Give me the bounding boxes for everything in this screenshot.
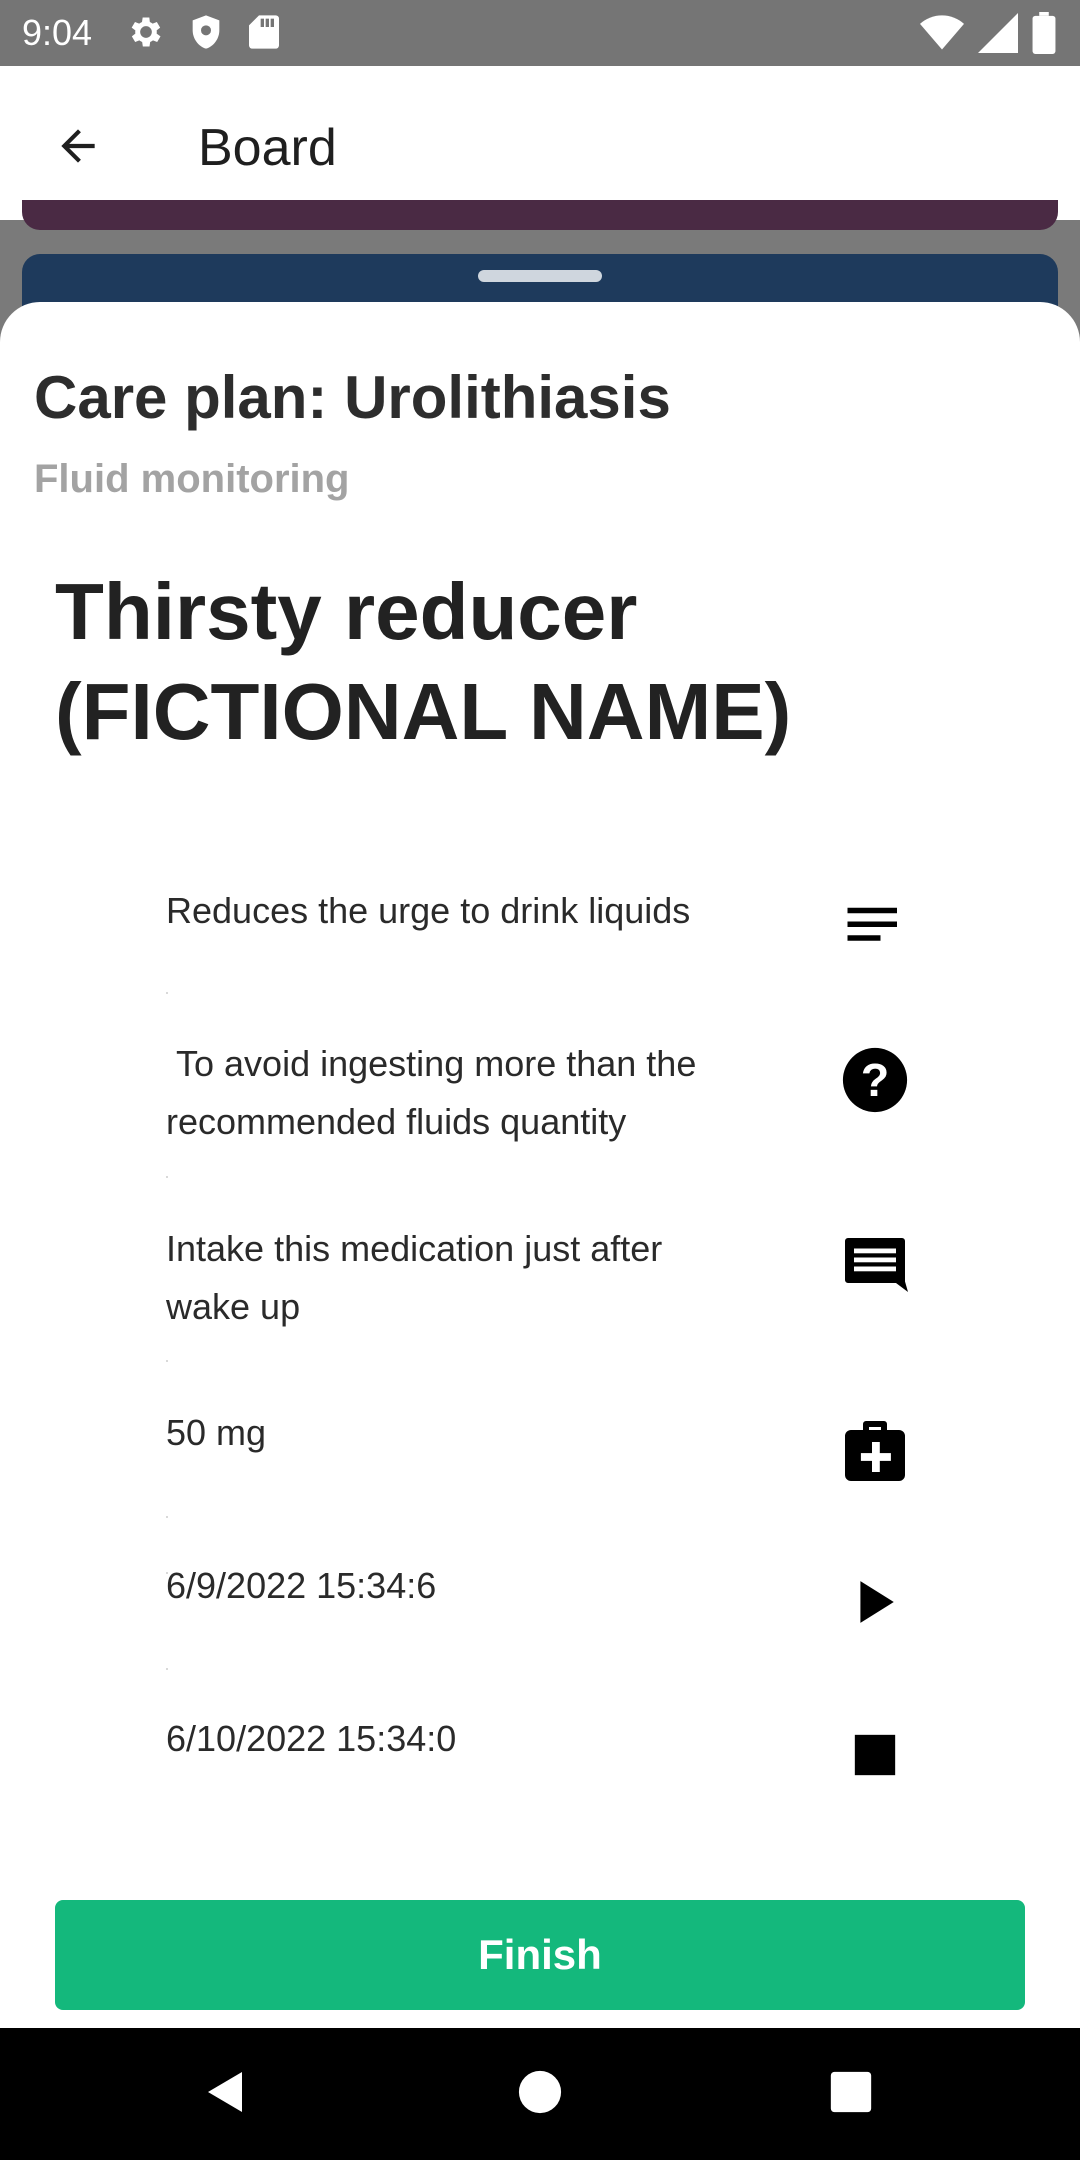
bottom-sheet: Care plan: Urolithiasis Fluid monitoring… <box>0 302 1080 2028</box>
battery-icon <box>1032 12 1056 59</box>
navigation-bar <box>0 2028 1080 2160</box>
shield-icon <box>186 12 226 57</box>
back-button[interactable] <box>36 106 120 190</box>
status-time: 9:04 <box>22 12 93 53</box>
stop-icon <box>838 1718 912 1792</box>
nav-recents-icon <box>829 2070 873 2119</box>
medication-name: Thirsty reducer (FICTIONAL NAME) <box>55 567 792 756</box>
detail-text: 6/9/2022 15:34:6 <box>166 1565 437 1606</box>
nav-back-icon <box>202 2067 250 2122</box>
background-card <box>22 200 1058 230</box>
divider <box>166 1176 168 1178</box>
arrow-back-icon <box>53 121 103 176</box>
status-icons-right <box>920 12 1056 59</box>
play-icon <box>838 1565 912 1639</box>
nav-back-button[interactable] <box>190 2058 262 2130</box>
svg-text:?: ? <box>861 1054 890 1106</box>
finish-button[interactable]: Finish <box>55 1900 1025 2010</box>
nav-home-icon <box>517 2069 563 2120</box>
wifi-icon <box>920 13 964 58</box>
detail-text: 6/10/2022 15:34:0 <box>166 1718 457 1759</box>
detail-text: Reduces the urge to drink liquids <box>166 890 691 931</box>
screen: 9:04 Board Care plan: Urolithiasis Fluid… <box>0 0 1080 2160</box>
description-icon <box>838 890 912 964</box>
divider <box>166 1668 168 1670</box>
status-bar: 9:04 <box>0 0 1080 66</box>
detail-text: To avoid ingesting more than the recomme… <box>166 1043 707 1142</box>
comment-icon <box>838 1228 912 1302</box>
sd-card-icon <box>246 12 282 57</box>
status-icons-left <box>126 12 282 57</box>
nav-recents-button[interactable] <box>815 2058 887 2130</box>
care-plan-title: Care plan: Urolithiasis <box>34 364 671 431</box>
page-title: Board <box>198 119 337 177</box>
gear-icon <box>126 12 166 57</box>
drag-handle[interactable] <box>478 270 602 282</box>
app-bar: Board <box>0 66 1080 220</box>
care-plan-subtitle: Fluid monitoring <box>34 457 350 501</box>
detail-text: Intake this medication just after wake u… <box>166 1228 663 1327</box>
divider <box>166 992 168 994</box>
nav-home-button[interactable] <box>504 2058 576 2130</box>
divider <box>166 1360 168 1362</box>
medical-bag-icon <box>838 1414 912 1488</box>
help-icon: ? <box>838 1043 912 1117</box>
signal-icon <box>978 13 1018 58</box>
divider <box>166 1516 168 1518</box>
detail-text: 50 mg <box>166 1412 267 1453</box>
